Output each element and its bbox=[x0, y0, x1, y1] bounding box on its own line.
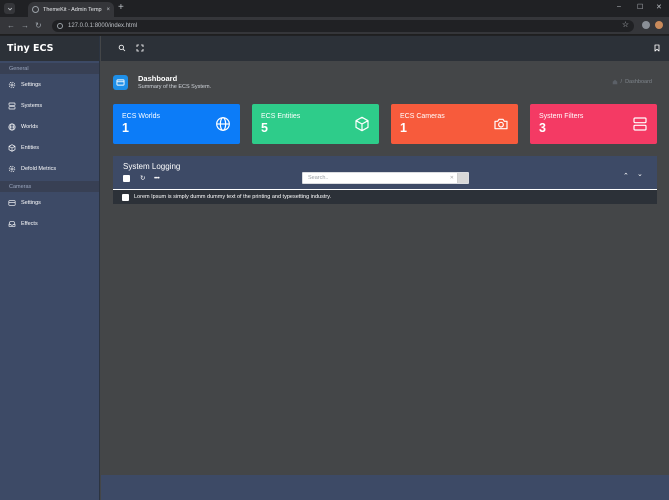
globe-icon bbox=[8, 123, 16, 130]
chevron-down-icon bbox=[7, 7, 12, 11]
sidebar-item-label: Systems bbox=[21, 102, 43, 109]
extension-icon[interactable] bbox=[642, 21, 650, 29]
sidebar-item-systems[interactable]: Systems bbox=[0, 95, 99, 116]
system-logging-panel: System Logging ↻ ••• ✕ ⌃ ⌄ Lorem Ipsum i… bbox=[113, 156, 657, 204]
profile-avatar[interactable] bbox=[655, 21, 663, 29]
bookmark-star-icon[interactable]: ☆ bbox=[622, 21, 629, 29]
back-icon[interactable]: ← bbox=[7, 21, 15, 30]
clear-icon[interactable]: ✕ bbox=[450, 175, 454, 181]
topbar bbox=[101, 36, 669, 61]
chevron-down-icon[interactable]: ⌄ bbox=[637, 171, 643, 178]
card-value: 3 bbox=[539, 121, 546, 135]
tab-close-icon[interactable]: × bbox=[106, 7, 110, 13]
page-title: Dashboard bbox=[138, 74, 178, 83]
sidebar-item-worlds[interactable]: Worlds bbox=[0, 116, 99, 137]
sidebar-item-label: Settings bbox=[21, 199, 41, 206]
sidebar-item-camera-settings[interactable]: Settings bbox=[0, 192, 99, 213]
address-bar[interactable]: 127.0.0.1:8000/index.html bbox=[52, 20, 634, 32]
card-label: ECS Worlds bbox=[122, 113, 160, 120]
minimize-button[interactable]: – bbox=[617, 3, 621, 10]
brand-title: Tiny ECS bbox=[0, 36, 99, 61]
sidebar-item-label: Effects bbox=[21, 220, 38, 227]
card-system-filters[interactable]: System Filters 3 bbox=[530, 104, 657, 144]
server-icon bbox=[8, 102, 16, 109]
panel-header: System Logging ↻ ••• ✕ ⌃ ⌄ bbox=[113, 156, 657, 190]
sidebar-item-label: Settings bbox=[21, 81, 41, 88]
reload-icon[interactable]: ↻ bbox=[35, 21, 42, 30]
dashboard-icon bbox=[113, 75, 128, 90]
bookmark-icon[interactable] bbox=[653, 44, 661, 52]
card-ecs-entities[interactable]: ECS Entities 5 bbox=[252, 104, 379, 144]
footer bbox=[101, 475, 669, 500]
sidebar-item-entities[interactable]: Entities bbox=[0, 137, 99, 158]
card-label: ECS Entities bbox=[261, 113, 301, 120]
forward-icon[interactable]: → bbox=[21, 21, 29, 30]
url-text: 127.0.0.1:8000/index.html bbox=[68, 23, 138, 29]
chevron-up-icon[interactable]: ⌃ bbox=[623, 173, 629, 180]
maximize-button[interactable]: ☐ bbox=[637, 3, 643, 11]
sidebar-item-effects[interactable]: Effects bbox=[0, 213, 99, 234]
card-ecs-cameras[interactable]: ECS Cameras 1 bbox=[391, 104, 518, 144]
page-subtitle: Summary of the ECS System. bbox=[138, 84, 212, 90]
search-box[interactable]: ✕ bbox=[302, 172, 469, 184]
cube-icon bbox=[8, 143, 16, 152]
list-item: Lorem Ipsum is simply dumm dummy text of… bbox=[113, 190, 657, 204]
select-all-checkbox[interactable] bbox=[123, 175, 130, 182]
card-value: 1 bbox=[400, 121, 407, 135]
browser-toolbar: ← → ↻ 127.0.0.1:8000/index.html ☆ bbox=[0, 17, 669, 35]
sidebar-item-label: Entities bbox=[21, 144, 40, 151]
new-tab-button[interactable]: + bbox=[118, 3, 124, 13]
card-ecs-worlds[interactable]: ECS Worlds 1 bbox=[113, 104, 240, 144]
card-label: ECS Cameras bbox=[400, 113, 445, 120]
nav-section-cameras: Cameras bbox=[0, 181, 99, 192]
card-label: System Filters bbox=[539, 113, 584, 120]
card-icon bbox=[116, 79, 125, 86]
nav-section-general: General bbox=[0, 63, 99, 74]
settings-sliders-icon bbox=[8, 165, 16, 172]
camera-icon bbox=[494, 118, 508, 130]
stat-cards: ECS Worlds 1 ECS Entities 5 ECS Cameras … bbox=[113, 104, 657, 144]
home-icon[interactable] bbox=[612, 79, 618, 85]
card-icon bbox=[8, 199, 16, 206]
card-value: 1 bbox=[122, 121, 129, 135]
fullscreen-icon[interactable] bbox=[136, 44, 144, 52]
panel-title: System Logging bbox=[123, 162, 181, 171]
more-icon[interactable]: ••• bbox=[154, 175, 160, 182]
sidebar-item-label: Defold Metrics bbox=[21, 165, 57, 172]
sidebar-item-defold-metrics[interactable]: Defold Metrics bbox=[0, 158, 99, 179]
main-content: Dashboard Summary of the ECS System. / D… bbox=[101, 61, 669, 475]
admin-app: Tiny ECS General Settings Systems Worlds… bbox=[0, 36, 669, 500]
breadcrumb: / Dashboard bbox=[612, 79, 652, 85]
sidebar-item-label: Worlds bbox=[21, 123, 39, 130]
tab-title: ThemeKit - Admin Template bbox=[43, 6, 102, 13]
sidebar-item-settings[interactable]: Settings bbox=[0, 74, 99, 95]
sidebar: Tiny ECS General Settings Systems Worlds… bbox=[0, 36, 100, 500]
globe-icon bbox=[216, 117, 230, 131]
server-icon bbox=[633, 117, 647, 131]
search-button[interactable] bbox=[457, 173, 468, 183]
inbox-icon bbox=[8, 220, 16, 227]
breadcrumb-current: Dashboard bbox=[625, 79, 652, 85]
cube-icon bbox=[355, 116, 369, 132]
log-message: Lorem Ipsum is simply dumm dummy text of… bbox=[134, 194, 332, 200]
card-value: 5 bbox=[261, 121, 268, 135]
gear-icon bbox=[8, 81, 16, 88]
tab-search-button[interactable] bbox=[4, 3, 15, 14]
search-input[interactable] bbox=[308, 175, 448, 181]
row-checkbox[interactable] bbox=[122, 193, 129, 201]
search-icon[interactable] bbox=[118, 44, 126, 52]
close-window-button[interactable]: ✕ bbox=[656, 3, 662, 11]
site-info-icon[interactable] bbox=[57, 23, 63, 29]
favicon-icon bbox=[32, 6, 39, 13]
browser-tabstrip: ThemeKit - Admin Template × + – ☐ ✕ bbox=[0, 0, 669, 17]
browser-tab[interactable]: ThemeKit - Admin Template × bbox=[28, 2, 114, 17]
refresh-icon[interactable]: ↻ bbox=[140, 175, 145, 182]
breadcrumb-separator: / bbox=[620, 79, 623, 85]
